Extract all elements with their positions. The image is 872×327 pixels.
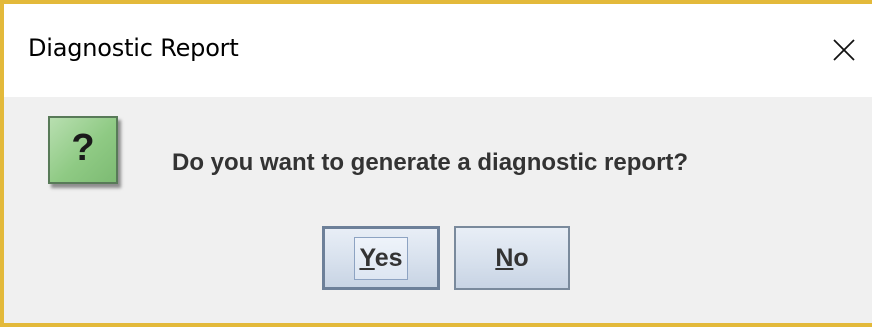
close-button[interactable] [824, 30, 864, 70]
no-button-mnemonic: N [495, 243, 514, 272]
no-button-label-rest: o [513, 243, 529, 272]
yes-button-label-rest: es [374, 243, 403, 272]
question-mark-glyph: ? [71, 127, 95, 169]
dialog-title: Diagnostic Report [28, 34, 239, 62]
dialog-window: Diagnostic Report ? Do you want to gener… [0, 0, 872, 327]
yes-button-focus-ring: Yes [354, 236, 408, 280]
dialog-message: Do you want to generate a diagnostic rep… [172, 149, 689, 176]
yes-button-mnemonic: Y [359, 243, 375, 272]
question-icon: ? [48, 116, 118, 184]
no-button[interactable]: No [454, 226, 570, 290]
close-x-icon [833, 39, 855, 61]
yes-button[interactable]: Yes [322, 226, 440, 290]
title-bar[interactable]: Diagnostic Report [4, 4, 872, 97]
dialog-content: ? Do you want to generate a diagnostic r… [4, 97, 872, 323]
